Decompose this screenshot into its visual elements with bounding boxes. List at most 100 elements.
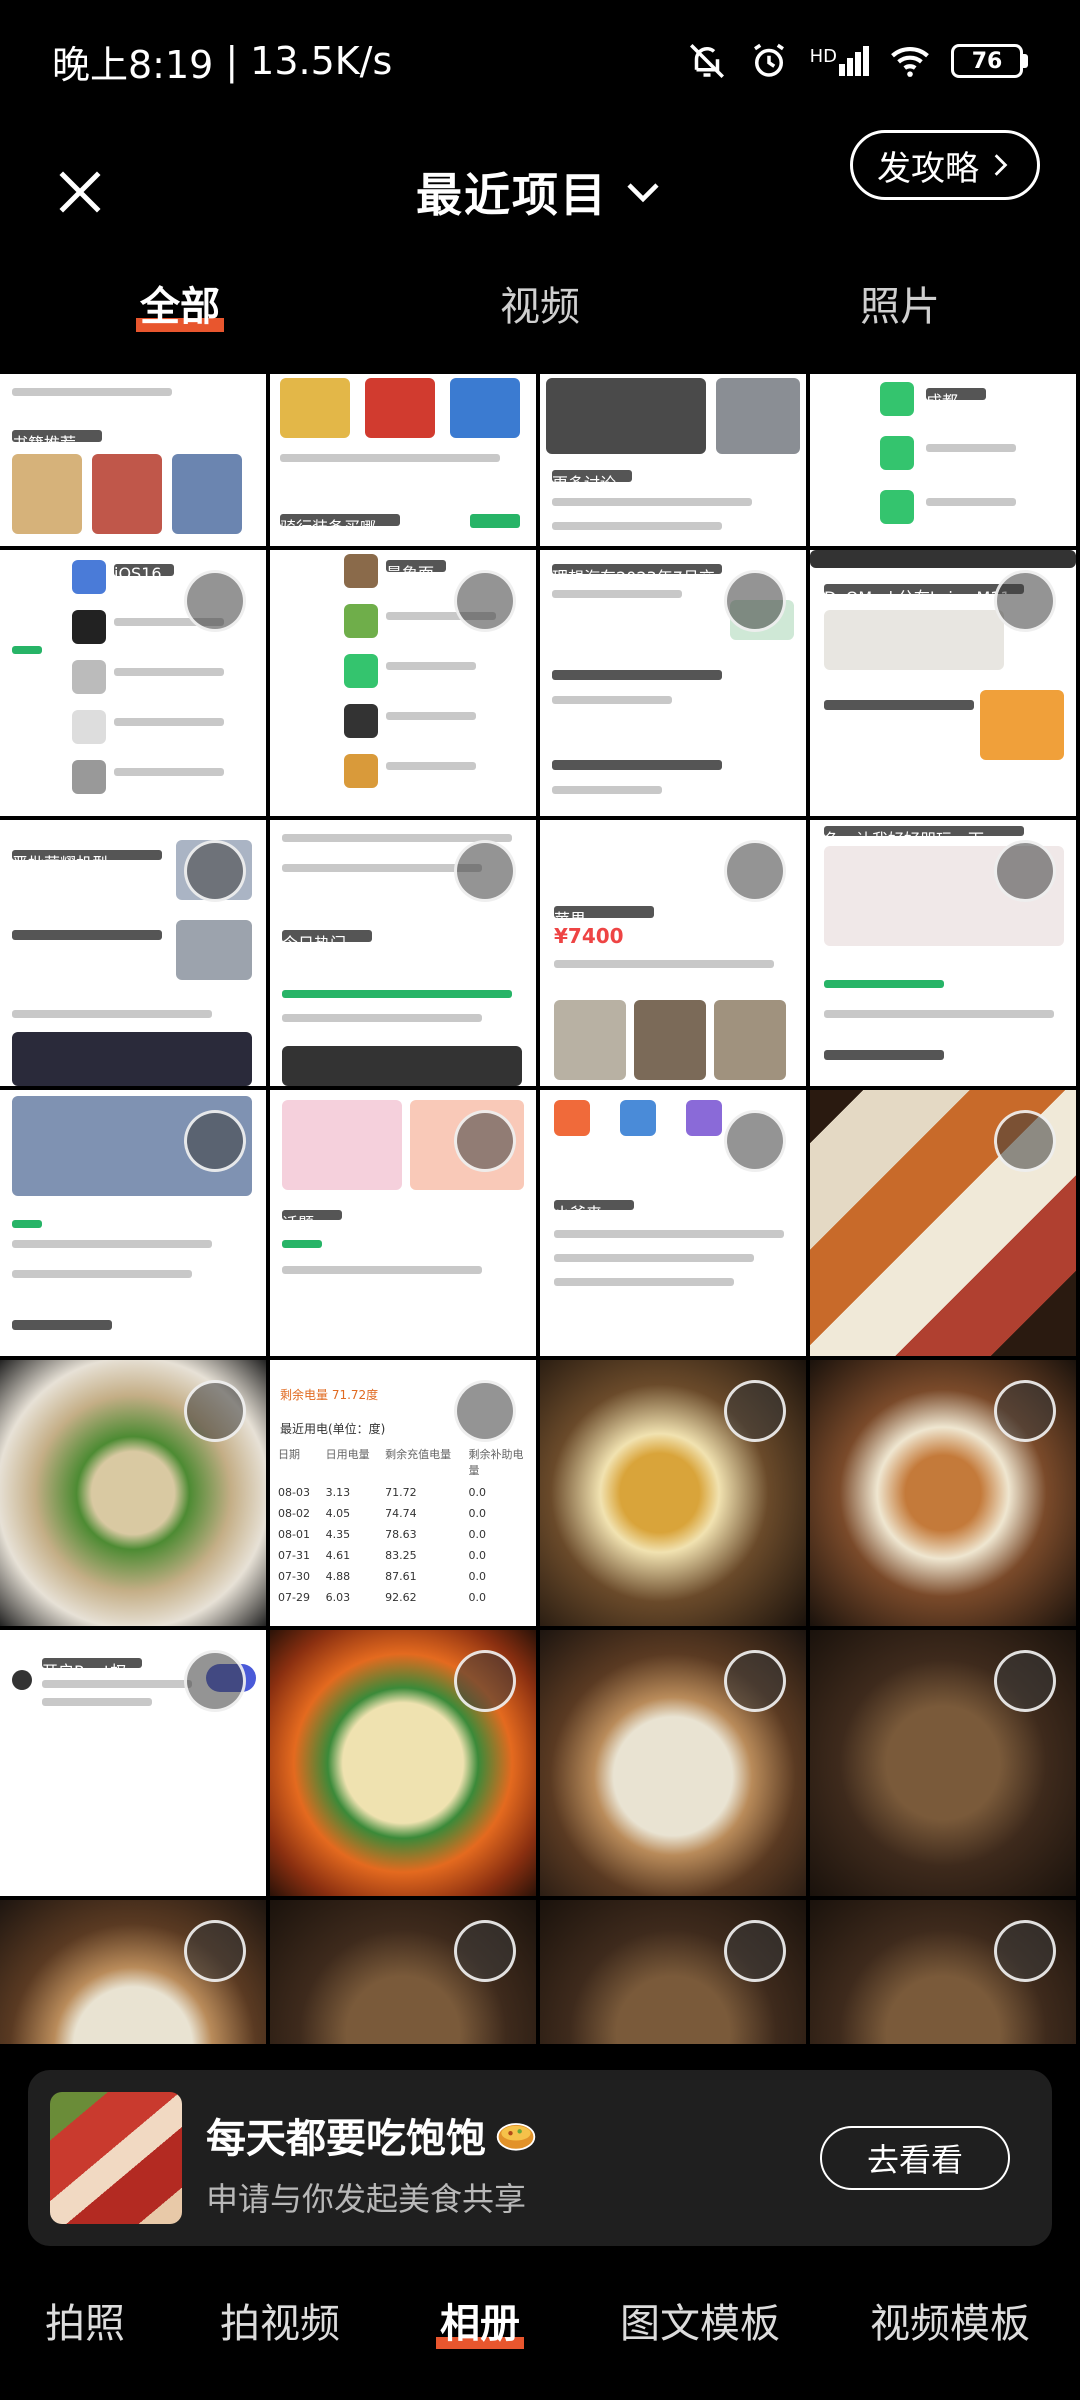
media-thumbnail[interactable] [0,1090,266,1356]
page-title[interactable]: 最近项目 [416,159,608,225]
media-thumbnail[interactable] [540,1630,806,1896]
media-thumbnail[interactable] [810,1090,1076,1356]
media-thumbnail[interactable]: 书籍推荐 [0,374,266,546]
select-circle[interactable] [724,1920,786,1982]
table-cell: 4.05 [325,1507,351,1520]
select-circle[interactable] [184,1650,246,1712]
select-circle[interactable] [994,840,1056,902]
nav-album[interactable]: 相册 [430,2280,530,2360]
media-thumbnail[interactable] [540,1360,806,1626]
select-circle[interactable] [454,1650,516,1712]
select-circle[interactable] [724,1650,786,1712]
thumb-heading: 最象面 [386,560,446,583]
select-circle[interactable] [994,1380,1056,1442]
thumb-heading: 苹果14promax [554,906,654,949]
media-thumbnail[interactable]: 更多讨论 [540,374,806,546]
select-circle[interactable] [994,1110,1056,1172]
signal-icon: HD [810,46,869,76]
thumb-heading: 色，让我好好朋玩一下 [824,826,1024,849]
media-thumbnail[interactable]: 骑行装备买哪些? [270,374,536,546]
select-circle[interactable] [994,570,1056,632]
table-cell: 4.88 [325,1570,351,1583]
nav-image-template[interactable]: 图文模板 [610,2280,790,2360]
select-circle[interactable] [724,1110,786,1172]
table-cell: 6.03 [325,1591,351,1604]
media-thumbnail[interactable]: 成都 [810,374,1076,546]
media-thumbnail[interactable] [810,1360,1076,1626]
media-thumbnail[interactable]: 话题 [270,1090,536,1356]
nav-video[interactable]: 拍视频 [210,2280,350,2360]
select-circle[interactable] [454,840,516,902]
media-thumbnail[interactable]: 剩余电量 71.72度 最近用电(单位：度) 日期 日用电量 剩余充值电量 剩余… [270,1360,536,1626]
select-circle[interactable] [184,570,246,632]
select-circle[interactable] [454,1380,516,1442]
nav-video-label: 拍视频 [220,2301,340,2347]
media-thumbnail[interactable]: 开启Root权限 [0,1630,266,1896]
media-thumbnail[interactable]: DxOMark公布Leica M11传感器测试成绩：100分 [810,550,1076,816]
table-cell: 0.0 [468,1549,487,1562]
nav-image-template-label: 图文模板 [620,2301,780,2347]
table-header-cell: 剩余充值电量 [385,1448,452,1461]
top-bar: 最近项目 发攻略 [0,122,1080,272]
chevron-right-icon [994,154,1008,176]
table-cell: 78.63 [385,1528,417,1541]
food-share-card[interactable]: 每天都要吃饱饱 申请与你发起美食共享 去看看 [28,2070,1052,2246]
media-thumbnail[interactable]: 苹果14promax ¥7400 [540,820,806,1086]
select-circle[interactable] [184,1920,246,1982]
media-thumbnail[interactable]: 色，让我好好朋玩一下 [810,820,1076,1086]
status-right: HD 76 [686,40,1028,82]
media-thumbnail[interactable] [0,1900,266,2044]
tab-all-label: 全部 [136,274,224,332]
tab-all[interactable]: 全部 [90,268,270,338]
media-thumbnail[interactable] [540,1900,806,2044]
media-thumbnail[interactable]: 今日热门 [270,820,536,1086]
thumb-heading: 今日热门 [282,930,372,953]
select-circle[interactable] [724,840,786,902]
chevron-down-icon[interactable] [622,171,664,213]
table-cell: 07-29 [278,1591,310,1604]
select-circle[interactable] [724,1380,786,1442]
media-thumbnail[interactable]: 理想汽车2023年7月交付34134辆，连续四月破三万 [540,550,806,816]
media-thumbnail[interactable]: 晋批荣耀机型HarmonyOS4.0升级计划公布 [0,820,266,1086]
select-circle[interactable] [184,1380,246,1442]
bottom-nav: 拍照 拍视频 相册 图文模板 视频模板 [0,2270,1080,2380]
nav-video-template[interactable]: 视频模板 [860,2280,1040,2360]
view-share-button[interactable]: 去看看 [820,2126,1010,2190]
share-title: 每天都要吃饱饱 [206,2106,538,2164]
table-cell: 87.61 [385,1570,417,1583]
select-circle[interactable] [454,570,516,632]
media-thumbnail[interactable] [810,1900,1076,2044]
select-circle[interactable] [724,570,786,632]
table-cell: 92.62 [385,1591,417,1604]
select-circle[interactable] [994,1650,1056,1712]
post-guide-button[interactable]: 发攻略 [850,130,1040,200]
thumb-heading: 成都 [926,388,986,411]
table-cell: 0.0 [468,1486,487,1499]
table-header-cell: 日期 [278,1448,300,1461]
thumb-heading: 骑行装备买哪些? [280,514,400,546]
media-thumbnail[interactable] [0,1360,266,1626]
close-button[interactable] [40,152,120,232]
table-cell: 08-02 [278,1507,310,1520]
close-icon [59,171,101,213]
tab-video[interactable]: 视频 [450,268,630,338]
media-thumbnail[interactable]: 小爷来 [540,1090,806,1356]
select-circle[interactable] [994,1920,1056,1982]
nav-photo[interactable]: 拍照 [40,2280,130,2360]
media-thumbnail[interactable] [810,1630,1076,1896]
select-circle[interactable] [454,1920,516,1982]
media-grid: 书籍推荐 骑行装备买哪些? 更多讨论 成都 iOS16 [0,374,1080,2044]
network-label: HD [809,46,837,67]
media-thumbnail[interactable] [270,1900,536,2044]
media-thumbnail[interactable]: 最象面 [270,550,536,816]
media-thumbnail[interactable]: iOS16 [0,550,266,816]
media-thumbnail[interactable] [270,1630,536,1896]
select-circle[interactable] [184,1110,246,1172]
tab-photo[interactable]: 照片 [810,268,990,338]
select-circle[interactable] [184,840,246,902]
share-title-text: 每天都要吃饱饱 [206,2116,486,2162]
share-thumbnail [50,2092,182,2224]
usage-table: 日期 日用电量 剩余充值电量 剩余补助电量 08-03 3.13 71.72 0… [278,1446,528,1604]
select-circle[interactable] [454,1110,516,1172]
thumb-heading: 小爷来 [554,1200,634,1223]
